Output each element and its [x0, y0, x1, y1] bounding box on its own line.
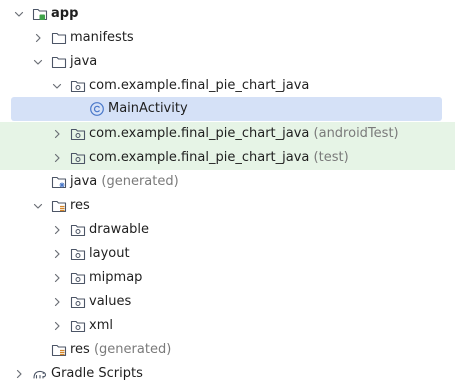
- tree-node-java[interactable]: java: [0, 50, 455, 74]
- chevron-right-icon[interactable]: [13, 368, 25, 380]
- chevron-right-icon[interactable]: [51, 272, 63, 284]
- tree-node-label: layout: [89, 246, 130, 261]
- tree-node-label: values: [89, 294, 132, 309]
- project-tree: app manifests java com.example.final_pie…: [0, 0, 455, 390]
- tree-node-label: res: [70, 198, 90, 213]
- chevron-right-icon[interactable]: [51, 296, 63, 308]
- package-icon: [70, 246, 86, 262]
- package-icon: [70, 222, 86, 238]
- tree-node-label: MainActivity: [108, 101, 188, 116]
- chevron-down-icon[interactable]: [32, 56, 44, 68]
- tree-node-manifests[interactable]: manifests: [0, 26, 455, 50]
- tree-node-res-generated[interactable]: res (generated): [0, 338, 455, 362]
- tree-node-label: mipmap: [89, 270, 143, 285]
- tree-node-label: Gradle Scripts: [51, 366, 143, 381]
- chevron-right-icon[interactable]: [32, 32, 44, 44]
- tree-node-label: drawable: [89, 222, 150, 237]
- resource-folder-icon: [51, 198, 67, 214]
- class-icon: [89, 101, 105, 117]
- tree-node-gradle-scripts[interactable]: Gradle Scripts: [0, 362, 455, 386]
- package-icon: [70, 318, 86, 334]
- chevron-right-icon[interactable]: [51, 224, 63, 236]
- chevron-down-icon[interactable]: [13, 8, 25, 20]
- package-icon: [70, 150, 86, 166]
- resource-folder-icon: [51, 342, 67, 358]
- tree-node-label: java (generated): [70, 174, 179, 189]
- tree-node-drawable[interactable]: drawable: [0, 218, 455, 242]
- chevron-down-icon[interactable]: [51, 80, 63, 92]
- tree-node-mipmap[interactable]: mipmap: [0, 266, 455, 290]
- tree-node-label: manifests: [70, 30, 134, 45]
- package-icon: [70, 270, 86, 286]
- chevron-right-icon[interactable]: [51, 152, 63, 164]
- chevron-right-icon[interactable]: [51, 128, 63, 140]
- gradle-icon: [32, 366, 48, 382]
- tree-node-suffix: (generated): [93, 342, 172, 357]
- chevron-right-icon[interactable]: [51, 320, 63, 332]
- folder-icon: [51, 54, 67, 70]
- tree-node-package-main[interactable]: com.example.final_pie_chart_java: [0, 74, 455, 98]
- tree-node-xml[interactable]: xml: [0, 314, 455, 338]
- tree-node-label: com.example.final_pie_chart_java (androi…: [89, 126, 399, 141]
- tree-node-label: xml: [89, 318, 113, 333]
- tree-node-app[interactable]: app: [0, 2, 455, 26]
- tree-node-layout[interactable]: layout: [0, 242, 455, 266]
- tree-node-package-android-test[interactable]: com.example.final_pie_chart_java (androi…: [0, 122, 455, 146]
- tree-node-res[interactable]: res: [0, 194, 455, 218]
- generated-source-folder-icon: [51, 174, 67, 190]
- tree-node-main-activity[interactable]: MainActivity: [11, 97, 442, 121]
- package-icon: [70, 294, 86, 310]
- tree-node-java-generated[interactable]: java (generated): [0, 170, 455, 194]
- folder-icon: [51, 30, 67, 46]
- package-icon: [70, 126, 86, 142]
- tree-node-suffix: (test): [313, 150, 349, 165]
- chevron-right-icon[interactable]: [51, 248, 63, 260]
- module-folder-icon: [32, 6, 48, 22]
- tree-node-suffix: (generated): [101, 174, 179, 189]
- tree-node-package-test[interactable]: com.example.final_pie_chart_java (test): [0, 146, 455, 170]
- tree-node-label: app: [51, 6, 79, 21]
- tree-node-values[interactable]: values: [0, 290, 455, 314]
- tree-node-label: com.example.final_pie_chart_java: [89, 78, 310, 93]
- package-icon: [70, 78, 86, 94]
- tree-node-label: java: [70, 54, 98, 69]
- tree-node-suffix: (androidTest): [313, 126, 399, 141]
- chevron-down-icon[interactable]: [32, 200, 44, 212]
- tree-node-label: com.example.final_pie_chart_java (test): [89, 150, 349, 165]
- tree-node-label: res (generated): [70, 342, 172, 357]
